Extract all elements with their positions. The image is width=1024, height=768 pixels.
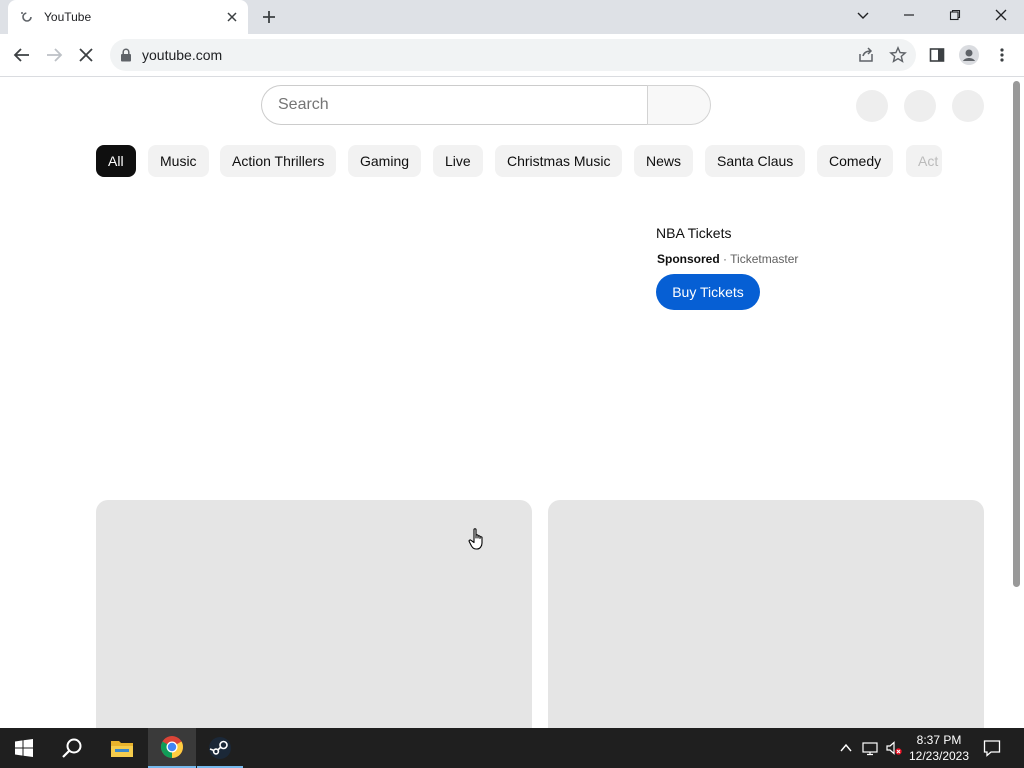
chip-santa-claus[interactable]: Santa Claus [705, 145, 806, 177]
minimize-icon [904, 14, 914, 16]
restore-button[interactable] [932, 0, 978, 30]
chip-live[interactable]: Live [433, 145, 483, 177]
chip-christmas-music[interactable]: Christmas Music [495, 145, 623, 177]
avatar[interactable] [952, 90, 984, 122]
search-button[interactable] [647, 85, 711, 125]
tab-title: YouTube [44, 10, 92, 24]
back-button[interactable] [11, 44, 33, 66]
side-panel-icon [929, 48, 945, 62]
chevron-up-icon[interactable] [838, 740, 854, 756]
profile-icon [959, 45, 979, 65]
stop-loading-button[interactable] [75, 44, 97, 66]
sponsored-label: Sponsored [657, 252, 720, 266]
windows-taskbar: 8:37 PM 12/23/2023 [0, 728, 1024, 768]
browser-toolbar: youtube.com [0, 34, 1024, 77]
chip-action-thrillers[interactable]: Action Thrillers [220, 145, 337, 177]
notification-icon[interactable] [983, 739, 1001, 757]
restore-icon [949, 9, 961, 21]
clock-date: 12/23/2023 [908, 749, 970, 763]
close-icon[interactable] [224, 9, 240, 25]
tab-youtube[interactable]: YouTube [8, 0, 248, 34]
ad-meta: Sponsored · Ticketmaster [657, 252, 798, 266]
plus-icon[interactable] [259, 7, 279, 27]
chrome-menu-button[interactable] [991, 44, 1013, 66]
video-card-placeholder[interactable] [96, 500, 532, 728]
ad-advertiser[interactable]: Ticketmaster [730, 252, 798, 266]
chip-news[interactable]: News [634, 145, 694, 177]
star-icon[interactable] [889, 46, 907, 64]
steam-taskbar-button[interactable] [196, 728, 244, 768]
buy-tickets-button[interactable]: Buy Tickets [656, 274, 760, 310]
header-button-placeholder[interactable] [856, 90, 888, 122]
url-text[interactable]: youtube.com [142, 47, 222, 63]
tab-strip: YouTube [0, 0, 1024, 34]
scrollbar-thumb[interactable] [1013, 81, 1020, 587]
steam-icon [209, 737, 231, 759]
taskbar-search-button[interactable] [48, 728, 96, 768]
ad-separator: · [723, 252, 728, 266]
forward-button[interactable] [43, 44, 65, 66]
menu-dots-icon [1000, 48, 1004, 62]
chip-all[interactable]: All [96, 145, 136, 177]
youtube-favicon-icon [21, 12, 32, 22]
volume-muted-icon[interactable] [886, 740, 902, 756]
share-icon[interactable] [857, 46, 875, 64]
file-explorer-icon [111, 741, 133, 757]
system-clock[interactable]: 8:37 PM 12/23/2023 [906, 732, 972, 764]
search-input[interactable] [261, 85, 648, 125]
search-icon [62, 738, 82, 758]
chip-comedy[interactable]: Comedy [817, 145, 894, 177]
chevron-down-icon [857, 12, 869, 19]
close-icon [995, 9, 1007, 21]
profile-button[interactable] [958, 44, 980, 66]
start-button[interactable] [0, 728, 48, 768]
back-icon [13, 48, 29, 62]
file-explorer-button[interactable] [98, 728, 146, 768]
ad-title[interactable]: NBA Tickets [656, 225, 731, 241]
close-window-button[interactable] [978, 0, 1024, 30]
hand-cursor-icon [468, 528, 483, 550]
video-card-placeholder[interactable] [548, 500, 984, 728]
network-icon[interactable] [862, 740, 878, 756]
page-scrollbar[interactable] [1009, 77, 1024, 728]
chrome-taskbar-button[interactable] [148, 728, 196, 768]
side-panel-button[interactable] [926, 44, 948, 66]
chip-act[interactable]: Act [906, 145, 942, 177]
header-button-placeholder[interactable] [904, 90, 936, 122]
minimize-button[interactable] [886, 0, 932, 30]
chrome-icon [161, 736, 183, 758]
chip-gaming[interactable]: Gaming [348, 145, 422, 177]
youtube-page: All Music Action Thrillers Gaming Live C… [0, 77, 1024, 728]
tab-search-button[interactable] [840, 0, 886, 30]
forward-icon [47, 48, 63, 62]
clock-time: 8:37 PM [916, 733, 962, 747]
chip-music[interactable]: Music [148, 145, 209, 177]
stop-loading-icon [79, 48, 93, 62]
address-bar[interactable]: youtube.com [110, 39, 916, 71]
windows-start-icon [15, 739, 33, 757]
lock-icon[interactable] [120, 48, 132, 62]
